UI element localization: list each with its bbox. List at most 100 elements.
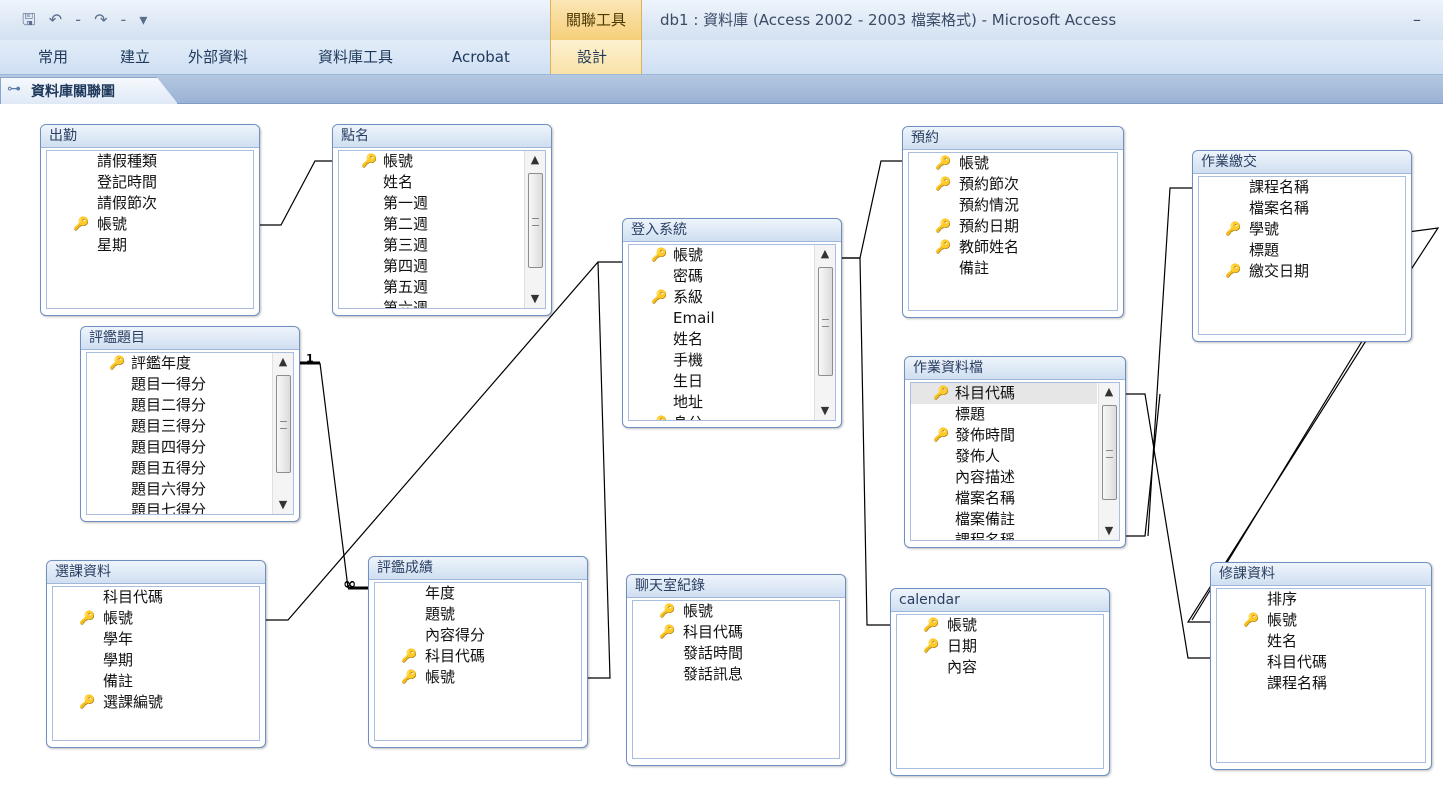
field-row[interactable]: 🔑 日期 [897,636,1103,657]
field-row[interactable]: 🔑 學號 [1199,219,1405,240]
field-list[interactable]: 🔑 評鑑年度 題目一得分 題目二得分 題目三得分 題目四得分 題目五得分 題目六得分 題目七得分… [86,352,294,515]
field-row[interactable]: 🔑 帳號 [1217,610,1425,631]
field-row[interactable]: 題目五得分 [87,458,271,479]
field-row[interactable]: 發佈人 [911,446,1097,467]
vertical-scrollbar[interactable]: ▲ ▼ [524,151,545,308]
field-list[interactable]: 請假種類 登記時間 請假節次 🔑 帳號 星期 [46,150,254,309]
scrollbar-thumb[interactable] [528,173,543,268]
field-row[interactable]: 備註 [53,671,259,692]
table-dianming[interactable]: 點名 🔑 帳號 姓名 第一週 第二週 第三週 第四週 第五週 第六週 ▲ ▼ [332,124,552,316]
field-row[interactable]: 標題 [911,404,1097,425]
field-row[interactable]: 第一週 [339,193,523,214]
field-row[interactable]: 內容得分 [375,625,581,646]
field-list[interactable]: 課程名稱 檔案名稱 🔑 學號 標題 🔑 繳交日期 [1198,176,1406,335]
field-row[interactable]: 發話時間 [633,643,839,664]
scrollbar-thumb[interactable] [276,375,291,473]
field-row[interactable]: 姓名 [339,172,523,193]
field-list[interactable]: 排序 🔑 帳號 姓名 科目代碼 課程名稱 [1216,588,1426,763]
field-row[interactable]: 🔑 帳號 [633,601,839,622]
field-list[interactable]: 🔑 科目代碼 標題 🔑 發佈時間 發佈人 內容描述 檔案名稱 檔案備註 課程名稱 ▲ ▼ [910,382,1120,541]
scroll-down-arrow-icon[interactable]: ▼ [525,290,545,308]
field-row[interactable]: 姓名 [629,329,813,350]
field-list[interactable]: 🔑 帳號 姓名 第一週 第二週 第三週 第四週 第五週 第六週 ▲ ▼ [338,150,546,309]
field-row[interactable]: 登記時間 [47,172,253,193]
field-row[interactable]: 🔑 帳號 [629,245,813,266]
scroll-down-arrow-icon[interactable]: ▼ [1099,522,1119,540]
table-yuyue[interactable]: 預約 🔑 帳號 🔑 預約節次 預約情況 🔑 預約日期 🔑 教師姓名 備註 [902,126,1124,318]
field-row[interactable]: 🔑 選課編號 [53,692,259,713]
field-row[interactable]: 生日 [629,371,813,392]
field-row[interactable]: 備註 [909,258,1117,279]
field-row[interactable]: 🔑 帳號 [339,151,523,172]
field-row[interactable]: 請假種類 [47,151,253,172]
field-row[interactable]: 🔑 身分 [629,413,813,420]
tab-acrobat[interactable]: Acrobat [452,40,510,74]
quick-access-toolbar[interactable]: 🖫 ↶ - ↷ - ▾ [22,9,151,36]
field-row[interactable]: 學年 [53,629,259,650]
table-title[interactable]: 點名 [333,125,551,148]
field-row[interactable]: 預約情況 [909,195,1117,216]
scrollbar-thumb[interactable] [1102,405,1117,500]
field-row[interactable]: 課程名稱 [1217,673,1425,694]
table-denglu[interactable]: 登入系統🔑帳號密碼🔑系級Email姓名手機生日地址🔑身分▲▼ [622,218,842,428]
field-row[interactable]: 排序 [1217,589,1425,610]
field-row[interactable]: 🔑 發佈時間 [911,425,1097,446]
field-row[interactable]: 題號 [375,604,581,625]
table-chuqin[interactable]: 出勤 請假種類 登記時間 請假節次 🔑 帳號 星期 [40,124,260,316]
field-row[interactable]: 手機 [629,350,813,371]
field-row[interactable]: 內容 [897,657,1103,678]
table-liaotian[interactable]: 聊天室紀錄 🔑 帳號 🔑 科目代碼 發話時間 發話訊息 [626,574,846,766]
table-title[interactable]: 作業資料檔 [905,357,1125,380]
scroll-up-arrow-icon[interactable]: ▲ [815,245,835,263]
field-row[interactable]: 星期 [47,235,253,256]
field-row[interactable]: 科目代碼 [53,587,259,608]
vertical-scrollbar[interactable]: ▲ ▼ [272,353,293,514]
field-row[interactable]: 姓名 [1217,631,1425,652]
scroll-down-arrow-icon[interactable]: ▼ [815,402,835,420]
table-zuoye-jiaojiao[interactable]: 作業繳交 課程名稱 檔案名稱 🔑 學號 標題 🔑 繳交日期 [1192,150,1412,342]
field-row[interactable]: 題目四得分 [87,437,271,458]
tab-external-data[interactable]: 外部資料 [188,40,248,74]
table-xuanke[interactable]: 選課資料 科目代碼 🔑 帳號 學年 學期 備註 🔑 選課編號 [46,560,266,748]
field-list[interactable]: 年度 題號 內容得分 🔑 科目代碼 🔑 帳號 [374,582,582,741]
table-title[interactable]: 評鑑題目 [81,327,299,350]
scroll-up-arrow-icon[interactable]: ▲ [1099,383,1119,401]
field-row[interactable]: 課程名稱 [1199,177,1405,198]
field-row[interactable]: 第三週 [339,235,523,256]
vertical-scrollbar[interactable]: ▲ ▼ [814,245,835,420]
table-title[interactable]: 選課資料 [47,561,265,584]
field-row[interactable]: 請假節次 [47,193,253,214]
field-row[interactable]: 檔案備註 [911,509,1097,530]
field-row[interactable]: 第二週 [339,214,523,235]
table-pingjian-chengji[interactable]: 評鑑成績 年度 題號 內容得分 🔑 科目代碼 🔑 帳號 [368,556,588,748]
field-list[interactable]: 🔑 帳號 🔑 科目代碼 發話時間 發話訊息 [632,600,840,759]
field-row[interactable]: 地址 [629,392,813,413]
field-row[interactable]: 🔑 帳號 [909,153,1117,174]
field-row[interactable]: 🔑 科目代碼 [911,383,1097,404]
field-row[interactable]: 課程名稱 [911,530,1097,540]
field-list[interactable]: 🔑帳號密碼🔑系級Email姓名手機生日地址🔑身分▲▼ [628,244,836,421]
field-row[interactable]: 檔案名稱 [1199,198,1405,219]
field-row[interactable]: 標題 [1199,240,1405,261]
field-row[interactable]: 題目三得分 [87,416,271,437]
field-row[interactable]: 第五週 [339,277,523,298]
field-list[interactable]: 🔑 帳號 🔑 日期 內容 [896,614,1104,769]
scroll-up-arrow-icon[interactable]: ▲ [273,353,293,371]
vertical-scrollbar[interactable]: ▲ ▼ [1098,383,1119,540]
field-row[interactable]: 🔑 評鑑年度 [87,353,271,374]
table-title[interactable]: 評鑑成績 [369,557,587,580]
field-row[interactable]: 🔑 預約日期 [909,216,1117,237]
field-row[interactable]: 密碼 [629,266,813,287]
field-list[interactable]: 🔑 帳號 🔑 預約節次 預約情況 🔑 預約日期 🔑 教師姓名 備註 [908,152,1118,311]
tab-design[interactable]: 設計 [577,40,607,74]
table-title[interactable]: 修課資料 [1211,563,1431,586]
tab-home[interactable]: 常用 [38,40,68,74]
table-title[interactable]: 出勤 [41,125,259,148]
field-row[interactable]: 檔案名稱 [911,488,1097,509]
table-title[interactable]: 預約 [903,127,1123,150]
field-row[interactable]: 🔑 帳號 [53,608,259,629]
field-row[interactable]: 題目七得分 [87,500,271,514]
field-row[interactable]: 第六週 [339,298,523,308]
field-row[interactable]: 題目二得分 [87,395,271,416]
field-row[interactable]: 🔑 科目代碼 [633,622,839,643]
